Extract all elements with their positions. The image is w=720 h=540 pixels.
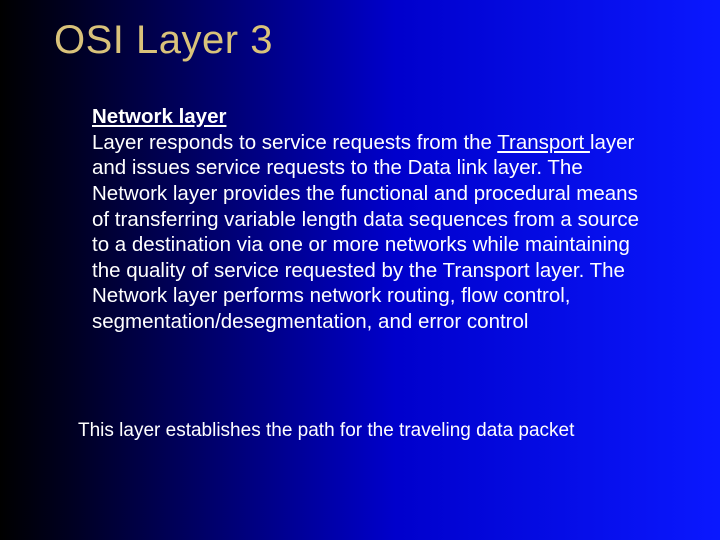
slide-title: OSI Layer 3 (54, 18, 273, 63)
footnote-text: This layer establishes the path for the … (78, 420, 658, 443)
transport-link[interactable]: Transport (497, 131, 590, 154)
section-heading: Network layer (92, 105, 226, 128)
slide: OSI Layer 3 Network layer Layer responds… (0, 0, 720, 540)
body-text-block: Network layer Layer responds to service … (92, 104, 652, 335)
body-part-1: Layer responds to service requests from … (92, 131, 497, 154)
body-part-2: layer and issues service requests to the… (92, 131, 639, 333)
